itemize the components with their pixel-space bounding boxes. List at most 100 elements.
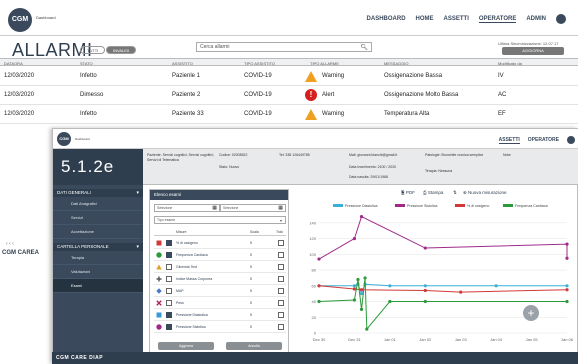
measure-row[interactable]: Pressione Diastolica 5 xyxy=(154,310,286,321)
col-state[interactable]: STATO xyxy=(80,61,93,66)
measure-row[interactable]: Peso 5 xyxy=(154,298,286,309)
calendar-icon: ▦ xyxy=(212,205,217,211)
col-datetime[interactable]: DATAORA xyxy=(4,61,23,66)
app-logo[interactable]: CGM xyxy=(57,132,71,146)
measure-checkbox[interactable] xyxy=(166,276,172,282)
sidebar-item-terapia[interactable]: Terapia xyxy=(53,251,143,265)
data-point xyxy=(565,299,569,304)
col-alarm-type[interactable]: TIPO ALLARME xyxy=(310,61,339,66)
alarms-table-header: DATAORA STATO ASSISTITO TIPO ASSISTITO T… xyxy=(0,58,578,66)
measure-checkbox[interactable] xyxy=(166,252,172,258)
table-row[interactable]: 12/03/2020 Infetto Pazienle 1 COVID-19 W… xyxy=(0,68,578,86)
legend-label: Frequenza Cardiaca xyxy=(515,204,548,208)
data-point xyxy=(365,327,369,331)
track-checkbox[interactable] xyxy=(278,288,284,294)
series-marker-icon xyxy=(156,300,162,306)
data-point xyxy=(459,290,463,294)
track-checkbox[interactable] xyxy=(278,264,284,270)
pager-arrows-icon[interactable]: ‹ ‹ ‹ xyxy=(6,241,14,247)
user-avatar-icon[interactable] xyxy=(556,14,566,24)
data-point xyxy=(359,288,364,292)
nav-operatore[interactable]: OPERATORE xyxy=(478,16,517,23)
data-point xyxy=(423,246,427,250)
row-date: 12/03/2020 xyxy=(4,73,35,79)
measure-checkbox[interactable] xyxy=(166,240,172,246)
row-alarm: Warning xyxy=(322,111,345,117)
table-row[interactable]: 12/03/2020 Dimesso Paziente 2 COVID-19 !… xyxy=(0,87,578,105)
sidebar-group-record[interactable]: CARTELLA PERSONALE ▾ xyxy=(53,243,143,251)
measure-checkbox[interactable] xyxy=(166,312,172,318)
patient-record-window: CGM Dashboard ASSETTI OPERATORE 5.1.2e P… xyxy=(52,128,578,364)
measure-row[interactable]: MAP 5 xyxy=(154,286,286,297)
filter-all-button[interactable]: TUTTI xyxy=(80,46,106,54)
track-checkbox[interactable] xyxy=(278,252,284,258)
data-point xyxy=(352,287,357,291)
x-tick-label: Jan 05 xyxy=(526,337,539,342)
measure-row[interactable]: Pressione Sistolica 5 xyxy=(154,322,286,333)
sidebar-item-accettazione[interactable]: Accettazione xyxy=(53,225,143,239)
filter-invalid-button[interactable]: INVALIDI xyxy=(106,46,137,54)
track-checkbox[interactable] xyxy=(278,300,284,306)
row-patient: Pazienle 1 xyxy=(172,73,201,79)
measure-label: Peso xyxy=(176,301,184,305)
app-logo[interactable]: CGM xyxy=(8,8,32,32)
y-tick-label: 40 xyxy=(312,299,317,304)
measure-checkbox[interactable] xyxy=(166,300,172,306)
measure-checkbox[interactable] xyxy=(166,264,172,270)
row-patient: Paziente 2 xyxy=(172,92,201,98)
brand-label: CGM CARE DIAP xyxy=(56,355,104,361)
col-patient[interactable]: ASSISTITO xyxy=(172,61,193,66)
y-tick-label: 80 xyxy=(312,268,317,273)
series-marker-icon xyxy=(156,288,162,294)
calendar-icon: ▦ xyxy=(278,205,283,211)
x-tick-label: Jan 01 xyxy=(384,337,397,342)
sidebar-item-servizi[interactable]: Servizi xyxy=(53,211,143,225)
cancel-button[interactable]: Annulla xyxy=(226,342,282,350)
measure-checkbox[interactable] xyxy=(166,324,172,330)
date-from-input[interactable]: Selezione ▦ xyxy=(154,204,220,212)
track-checkbox[interactable] xyxy=(278,312,284,318)
nav-admin[interactable]: ADMIN xyxy=(526,16,546,22)
pdf-button[interactable]: 🗎︎ PDF xyxy=(401,189,415,197)
print-button[interactable]: ⎙ Stampa xyxy=(423,189,443,197)
track-checkbox[interactable] xyxy=(278,276,284,282)
patient-id: 5.1.2e xyxy=(53,149,143,185)
nav-operatore[interactable]: OPERATORE xyxy=(528,137,559,143)
col-message[interactable]: MESSAGGIO xyxy=(384,61,408,66)
new-measure-button[interactable]: ⊕ Nuova misurazione xyxy=(463,189,507,197)
measure-row[interactable]: % di ossigeno 5 xyxy=(154,238,286,249)
exams-panel: Elenco esami Selezione ▦ Selezione ▦ Tipo … xyxy=(149,189,289,355)
series-marker-icon xyxy=(156,276,162,282)
col-modified-by[interactable]: Modificato da xyxy=(498,61,522,66)
row-state: Dimesso xyxy=(80,92,104,98)
add-fab-button[interactable]: + xyxy=(523,305,539,321)
search-input[interactable]: Cerca allarmi 🔍︎ xyxy=(196,42,372,52)
last-sync-label: Ultima Sincronizzazione: 12.07.17 xyxy=(498,41,559,46)
table-row[interactable]: 12/03/2020 Infetto Paziente 33 COVID-19 … xyxy=(0,106,578,124)
refresh-button[interactable]: AGGIORNA xyxy=(502,47,564,55)
col-patient-type[interactable]: TIPO ASSISTITO xyxy=(244,61,275,66)
track-checkbox[interactable] xyxy=(278,324,284,330)
measure-row[interactable]: Frequenza Cardiaca 5 xyxy=(154,250,286,261)
measure-checkbox[interactable] xyxy=(166,288,172,294)
track-checkbox[interactable] xyxy=(278,240,284,246)
nav-dashboard[interactable]: DASHBOARD xyxy=(367,16,406,22)
sidebar-item-valutazioni[interactable]: Valutazioni xyxy=(53,265,143,279)
nav-home[interactable]: HOME xyxy=(416,16,434,22)
nav-assetti[interactable]: ASSETTI xyxy=(498,137,520,144)
sidebar-item-esami[interactable]: Esami xyxy=(53,279,143,293)
sidebar-item-anagrafica[interactable]: Dati Anagrafici xyxy=(53,197,143,211)
exam-type-select[interactable]: Tipo esame ▾ xyxy=(154,216,286,224)
measure-row[interactable]: Glicemia Test 5 xyxy=(154,262,286,273)
measure-label: Frequenza Cardiaca xyxy=(176,253,208,257)
date-to-input[interactable]: Selezione ▦ xyxy=(220,204,286,212)
search-icon[interactable]: 🔍︎ xyxy=(360,44,368,53)
measure-label: Glicemia Test xyxy=(176,265,197,269)
measure-row[interactable]: Indice Massa Corporea 5 xyxy=(154,274,286,285)
nav-assetti[interactable]: ASSETTI xyxy=(444,16,469,22)
user-avatar-icon[interactable] xyxy=(567,136,575,144)
data-point xyxy=(388,284,392,288)
sidebar-group-general[interactable]: DATI GENERALI ▾ xyxy=(53,189,143,197)
options-button[interactable]: ⇅ xyxy=(453,189,457,197)
update-button[interactable]: Aggiorna xyxy=(158,342,214,350)
